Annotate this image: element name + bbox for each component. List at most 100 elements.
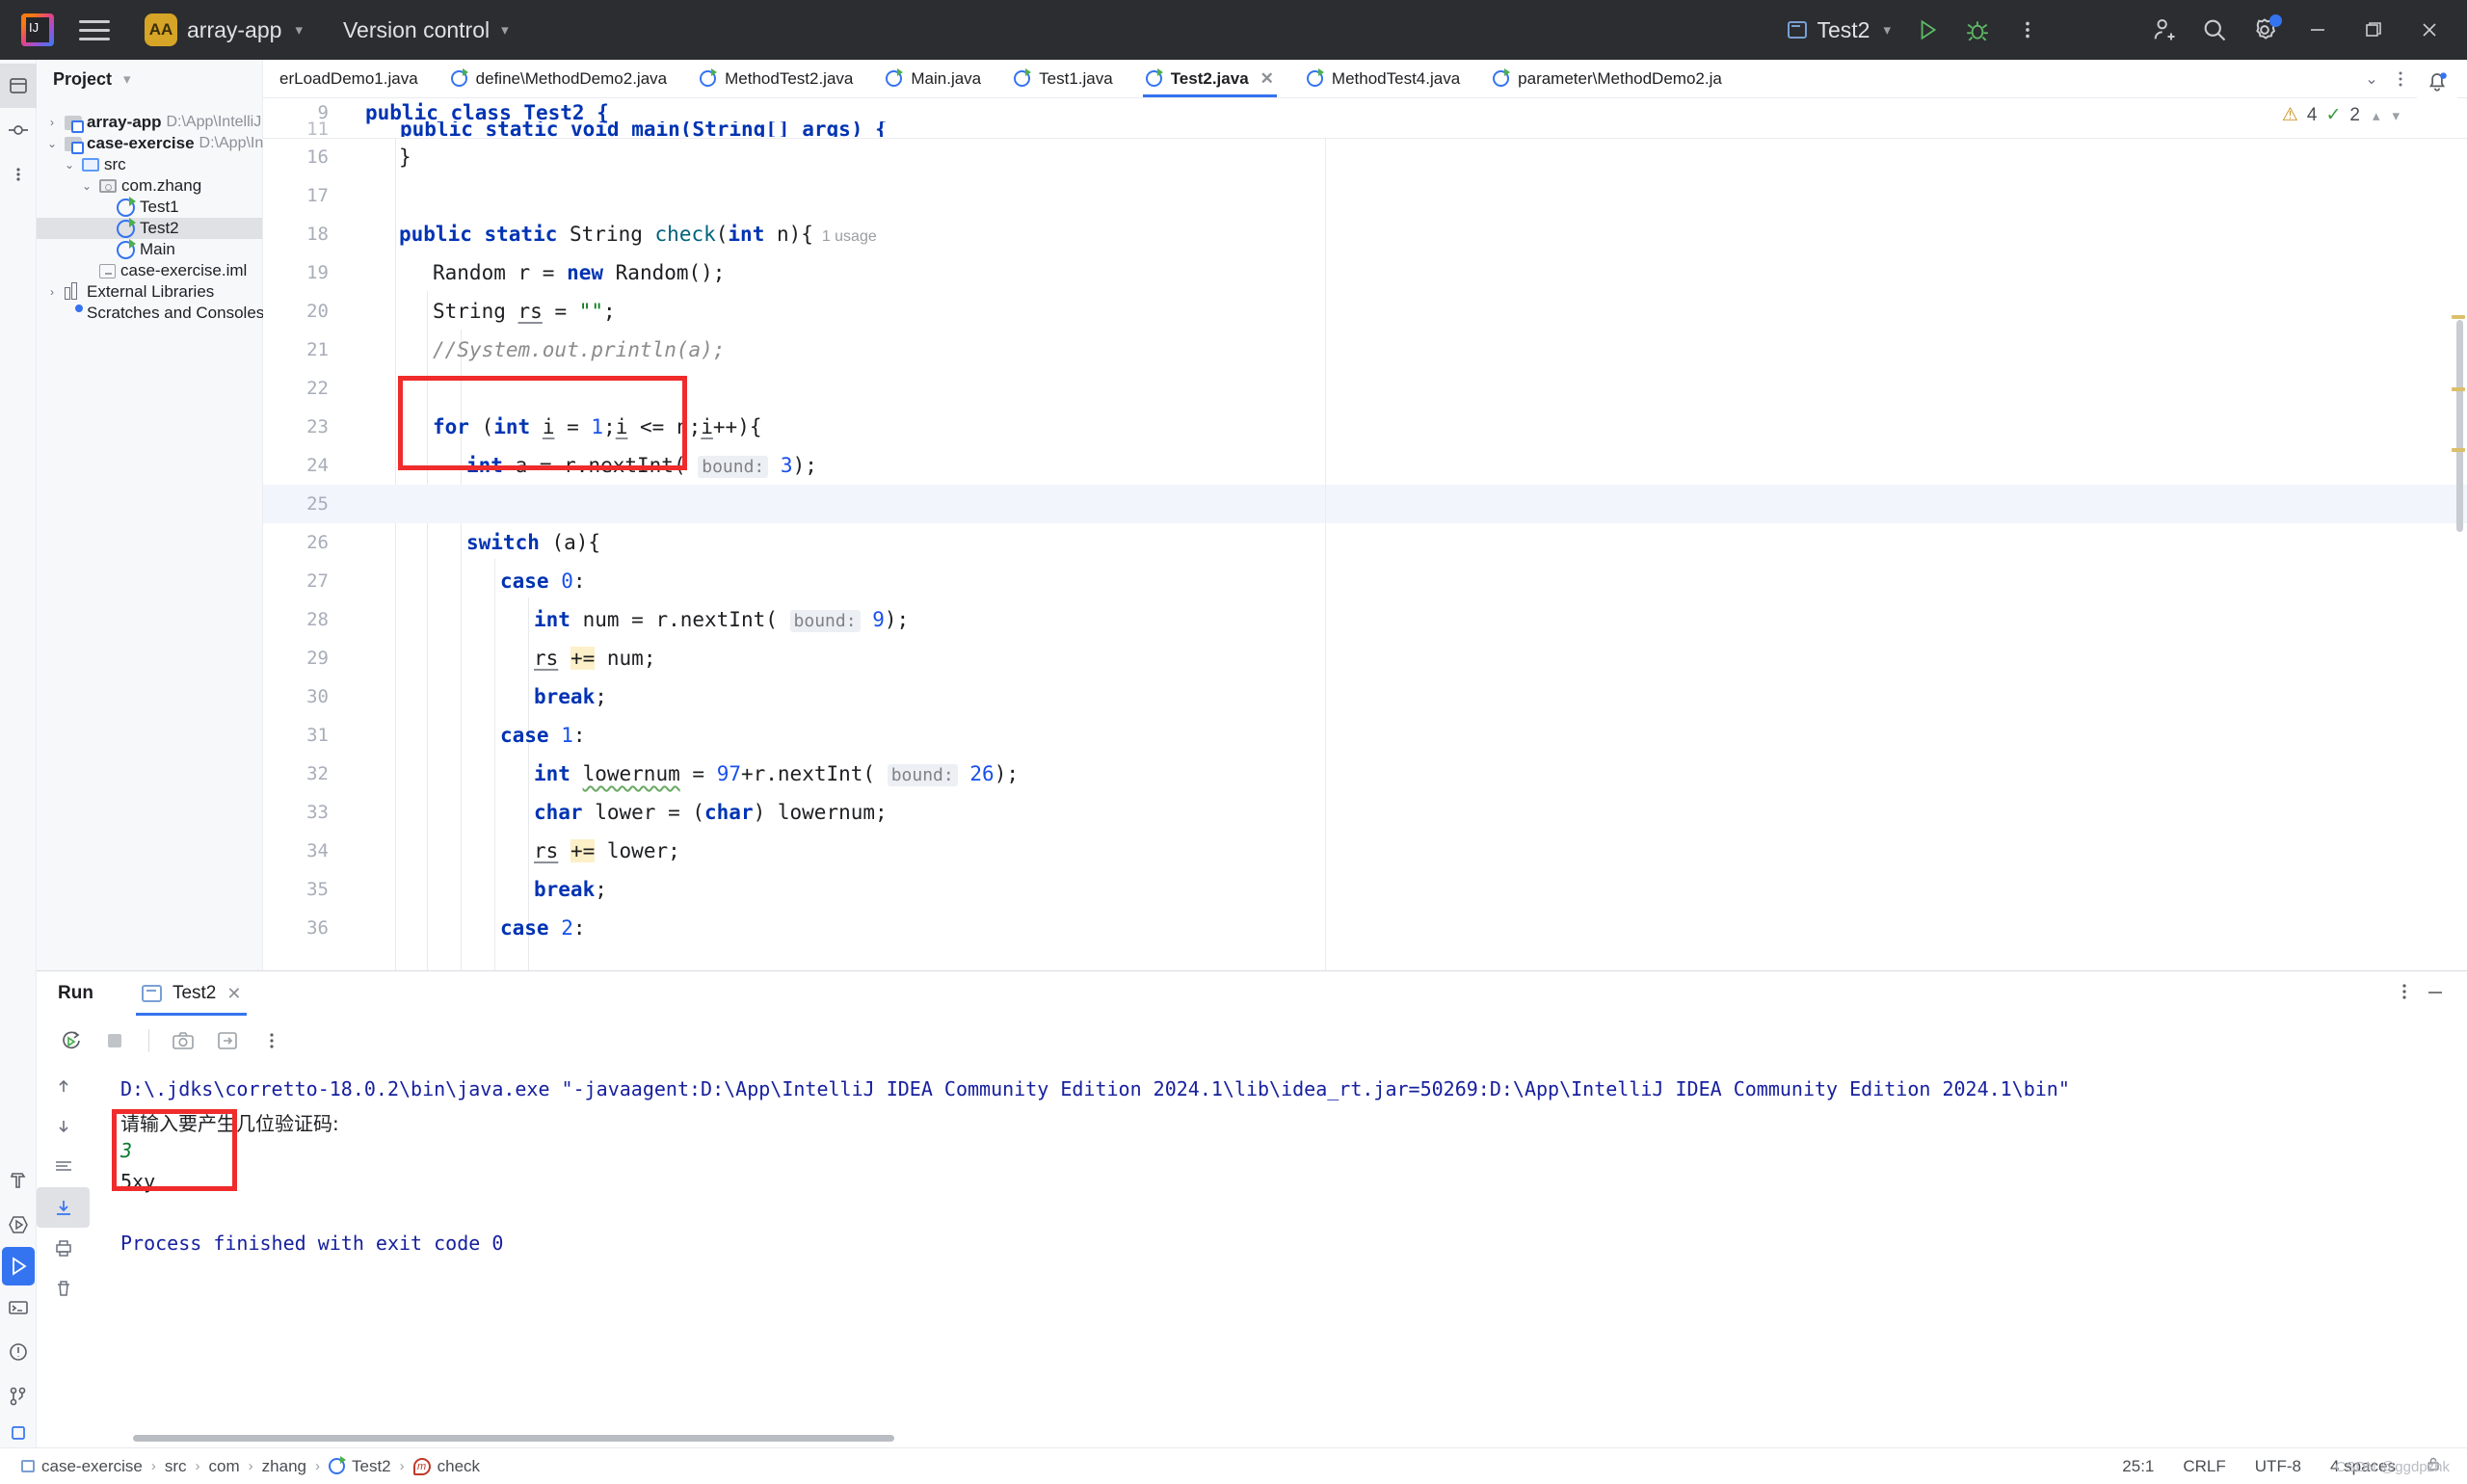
project-chevron-icon[interactable]: ▾: [295, 21, 303, 39]
editor-tab-erloaddemo1-java[interactable]: erLoadDemo1.java: [263, 60, 435, 97]
more-vert-icon[interactable]: [253, 1022, 290, 1059]
code-line[interactable]: 18 public static String check(int n){ 1 u…: [263, 215, 2467, 253]
more-vert-icon[interactable]: [2003, 5, 2053, 55]
tree-item-src[interactable]: ⌄ src: [37, 154, 262, 175]
tree-item-external-libraries[interactable]: › External Libraries: [37, 281, 262, 303]
code-line[interactable]: 31 case 1:: [263, 716, 2467, 755]
settings-icon[interactable]: [2240, 5, 2290, 55]
scroll-up-icon[interactable]: [37, 1066, 90, 1106]
code-line[interactable]: 16}: [263, 138, 2467, 176]
restore-icon[interactable]: [2346, 0, 2401, 60]
tree-item-test1[interactable]: Test1: [37, 196, 262, 218]
editor-tab-main-java[interactable]: Main.java: [869, 60, 997, 97]
scroll-down-icon[interactable]: [37, 1106, 90, 1147]
search-icon[interactable]: [2189, 5, 2240, 55]
add-user-icon[interactable]: [2139, 5, 2189, 55]
export-icon[interactable]: [209, 1022, 246, 1059]
chevron-down-icon[interactable]: ⌄: [44, 137, 60, 150]
more-vert-icon[interactable]: [0, 152, 37, 197]
tree-item-com-zhang[interactable]: ⌄ com.zhang: [37, 175, 262, 197]
code-line[interactable]: 28 int num = r.nextInt( bound: 9);: [263, 600, 2467, 639]
editor-tab-parameter-methoddemo2-ja[interactable]: parameter\MethodDemo2.ja: [1476, 60, 1738, 97]
tree-item-main[interactable]: Main: [37, 238, 262, 260]
editor-tab-define-methoddemo2-java[interactable]: define\MethodDemo2.java: [435, 60, 683, 97]
close-icon[interactable]: ✕: [1260, 69, 1274, 89]
breadcrumb-item-test2[interactable]: Test2: [329, 1456, 391, 1476]
run-anything-icon[interactable]: [0, 1203, 37, 1247]
chevron-down-icon[interactable]: ▾: [2392, 107, 2400, 124]
close-icon[interactable]: [2401, 0, 2457, 60]
breadcrumb-item-com[interactable]: com: [209, 1457, 240, 1476]
code-line[interactable]: 22: [263, 369, 2467, 408]
tree-item-test2[interactable]: Test2: [37, 217, 262, 239]
project-view-chevron-icon[interactable]: ▾: [123, 70, 131, 88]
breadcrumb-item-zhang[interactable]: zhang: [262, 1457, 306, 1476]
rerun-icon[interactable]: [52, 1022, 89, 1059]
run-configuration-selector[interactable]: Test2 ▾: [1776, 13, 1902, 48]
editor-tab-test1-java[interactable]: Test1.java: [997, 60, 1129, 97]
code-line[interactable]: 21 //System.out.println(a);: [263, 331, 2467, 369]
tree-item-case-exercise[interactable]: ⌄ case-exercise D:\App\IntelliJ IDE: [37, 133, 324, 154]
breadcrumb-item-check[interactable]: m check: [412, 1457, 480, 1476]
editor-tab-methodtest4-java[interactable]: MethodTest4.java: [1290, 60, 1476, 97]
editor-scrollbar-thumb[interactable]: [2456, 320, 2463, 532]
trash-icon[interactable]: [37, 1268, 90, 1309]
code-editor[interactable]: 16} 17 18 public static String check(int n)…: [263, 98, 2467, 970]
project-selector[interactable]: AA array-app ▾: [137, 10, 310, 50]
code-line[interactable]: 17: [263, 176, 2467, 215]
chevron-down-icon[interactable]: ⌄: [2359, 66, 2384, 92]
more-vert-icon[interactable]: [2396, 981, 2413, 1007]
terminal-icon[interactable]: [0, 1285, 37, 1330]
notifications-button[interactable]: [2417, 60, 2457, 102]
git-icon[interactable]: [0, 1374, 37, 1418]
run-icon[interactable]: [2, 1247, 35, 1285]
run-config-chevron-icon[interactable]: ▾: [1883, 21, 1891, 39]
tree-item-scratches-and-consoles[interactable]: Scratches and Consoles: [37, 303, 264, 324]
version-control-menu[interactable]: Version control ▾: [343, 17, 509, 43]
chevron-right-icon[interactable]: ›: [44, 285, 60, 299]
problems-icon[interactable]: [0, 1330, 37, 1374]
screenshot-icon[interactable]: [165, 1022, 201, 1059]
breadcrumb-item-case-exercise[interactable]: case-exercise: [21, 1457, 143, 1476]
caret-position[interactable]: 25:1: [2122, 1457, 2154, 1476]
scroll-to-end-icon[interactable]: [37, 1187, 90, 1228]
vcs-chevron-icon[interactable]: ▾: [501, 21, 509, 39]
tree-item-case-exercise-iml[interactable]: case-exercise.iml: [37, 260, 262, 281]
code-line[interactable]: 25: [263, 485, 2467, 523]
stop-icon[interactable]: [96, 1022, 133, 1059]
code-line[interactable]: 19 Random r = new Random();: [263, 253, 2467, 292]
minimize-icon[interactable]: [2425, 981, 2446, 1007]
console-hscrollbar[interactable]: [133, 1435, 894, 1442]
chevron-up-icon[interactable]: ▴: [2373, 107, 2380, 124]
code-line[interactable]: 32 int lowernum = 97+r.nextInt( bound: 26…: [263, 755, 2467, 793]
code-line[interactable]: 30 break;: [263, 677, 2467, 716]
line-separator[interactable]: CRLF: [2183, 1457, 2225, 1476]
editor-tab-test2-java[interactable]: Test2.java ✕: [1129, 60, 1290, 97]
chevron-down-icon[interactable]: ⌄: [62, 158, 77, 172]
services-icon[interactable]: [0, 1418, 37, 1447]
chevron-down-icon[interactable]: ⌄: [79, 179, 94, 193]
code-line[interactable]: 35 break;: [263, 870, 2467, 909]
code-line[interactable]: 33 char lower = (char) lowernum;: [263, 793, 2467, 832]
debug-icon[interactable]: [1952, 5, 2003, 55]
inspection-widget[interactable]: ⚠ 4 ✓ 2 ▴ ▾: [2282, 104, 2400, 126]
tree-item-array-app[interactable]: › array-app D:\App\IntelliJ IDEA C: [37, 112, 316, 133]
file-encoding[interactable]: UTF-8: [2255, 1457, 2301, 1476]
close-icon[interactable]: ✕: [226, 984, 241, 1004]
editor-scrollbar[interactable]: [2450, 98, 2467, 970]
code-line[interactable]: 24 int a = r.nextInt( bound: 3);: [263, 446, 2467, 485]
code-line[interactable]: 36 case 2:: [263, 909, 2467, 947]
code-line[interactable]: 29 rs += num;: [263, 639, 2467, 677]
code-lines[interactable]: 16} 17 18 public static String check(int n)…: [263, 138, 2467, 947]
run-tab-test2[interactable]: Test2 ✕: [128, 971, 255, 1016]
chevron-right-icon[interactable]: ›: [44, 116, 60, 129]
print-icon[interactable]: [37, 1228, 90, 1268]
build-icon[interactable]: [0, 1158, 37, 1203]
code-line[interactable]: 23 for (int i = 1;i <= n;i++){: [263, 408, 2467, 446]
code-line[interactable]: 20 String rs = "";: [263, 292, 2467, 331]
run-icon[interactable]: [1902, 5, 1952, 55]
project-icon[interactable]: [0, 64, 37, 108]
code-line[interactable]: 27 case 0:: [263, 562, 2467, 600]
breadcrumb-item-src[interactable]: src: [165, 1457, 187, 1476]
console-output[interactable]: D:\.jdks\corretto-18.0.2\bin\java.exe "-…: [90, 1066, 2467, 1422]
